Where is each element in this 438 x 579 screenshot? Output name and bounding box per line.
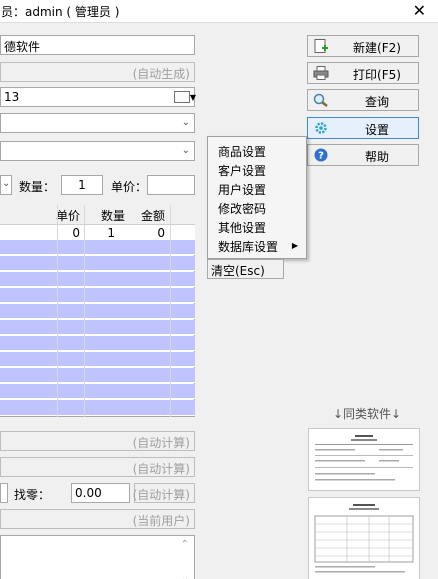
row-qty: 1 — [107, 226, 115, 240]
software-thumbnail[interactable] — [308, 497, 420, 579]
qty-input[interactable]: 1 — [61, 175, 103, 195]
table-row[interactable] — [0, 368, 195, 383]
qty-value: 1 — [78, 178, 86, 192]
table-row[interactable] — [0, 384, 195, 399]
table-row[interactable] — [0, 352, 195, 367]
clear-button-label: 清空(Esc) — [211, 264, 265, 278]
scroll-down-icon[interactable]: ⌄ — [181, 573, 189, 579]
svg-text:?: ? — [318, 151, 324, 162]
chevron-down-icon: ⌄ — [181, 117, 190, 128]
unit-select[interactable]: ⌄ — [0, 175, 12, 195]
table-row[interactable] — [0, 320, 195, 335]
clear-button[interactable]: 清空(Esc) — [207, 259, 284, 279]
query-button[interactable]: 查询 — [307, 89, 419, 111]
change-label: 找零： — [14, 488, 51, 502]
grid-divider — [57, 205, 58, 417]
remarks-textarea[interactable]: ⌃ ⌄ — [0, 535, 195, 579]
close-icon[interactable]: ✕ — [413, 1, 426, 20]
similar-software-label: ↓同类软件↓ — [333, 407, 402, 421]
change-calc-field: (自动计算) — [132, 483, 195, 503]
company-field[interactable]: 德软件 — [0, 35, 195, 55]
auto-calc-hint: (自动计算) — [132, 488, 190, 502]
customer-select[interactable]: ⌄ — [0, 113, 195, 133]
grid-header: 单价 数量 金额 — [0, 205, 195, 225]
total-amount-field: (自动计算) — [0, 431, 195, 451]
change-field: 0.00 — [71, 483, 130, 503]
table-row[interactable] — [0, 336, 195, 351]
menu-item-change-password[interactable]: 修改密码 — [218, 200, 266, 217]
software-thumbnail[interactable] — [308, 428, 420, 491]
main-panel: 德软件 (自动生成) 13 ▼ ⌄ ⌄ ⌄ 数量： 1 单价： 单价 数量 金额… — [0, 22, 438, 579]
help-button-label: 帮助 — [364, 150, 389, 164]
col-amount-header: 金额 — [140, 209, 165, 223]
date-field[interactable]: 13 ▼ — [0, 87, 196, 107]
window-title: 员：admin ( 管理员 ) — [1, 5, 120, 19]
receivable-field: (自动计算) — [0, 457, 195, 477]
settings-button-label: 设置 — [364, 123, 389, 137]
product-select[interactable]: ⌄ — [0, 141, 195, 161]
help-icon: ? — [313, 148, 329, 162]
col-qty-header: 数量 — [100, 209, 125, 223]
price-input[interactable] — [147, 175, 195, 195]
gear-icon — [313, 121, 329, 135]
menu-item-database-settings[interactable]: 数据库设置 — [218, 238, 278, 255]
title-bar: 员：admin ( 管理员 ) ✕ — [0, 0, 438, 22]
order-number-hint: (自动生成) — [132, 67, 190, 81]
table-row[interactable] — [0, 272, 195, 287]
qty-label: 数量： — [19, 180, 56, 194]
menu-item-customer-settings[interactable]: 客户设置 — [218, 162, 266, 179]
new-document-icon — [313, 39, 329, 53]
search-icon — [313, 93, 329, 107]
table-row[interactable]: 0 1 0 — [0, 225, 195, 240]
chevron-down-icon: ⌄ — [181, 145, 190, 156]
new-button[interactable]: 新建(F2) — [307, 35, 419, 57]
current-user-hint: (当前用户) — [132, 514, 190, 528]
table-row[interactable] — [0, 288, 195, 303]
order-number-field: (自动生成) — [0, 62, 195, 82]
paid-input[interactable] — [0, 483, 8, 503]
scroll-up-icon[interactable]: ⌃ — [181, 539, 189, 550]
settings-button[interactable]: 设置 — [307, 117, 419, 139]
printer-icon — [313, 66, 329, 80]
table-row[interactable] — [0, 400, 195, 416]
items-grid[interactable]: 单价 数量 金额 0 1 0 — [0, 205, 195, 417]
col-price-header: 单价 — [55, 209, 80, 223]
price-label: 单价： — [111, 180, 148, 194]
settings-menu: 商品设置 客户设置 用户设置 修改密码 其他设置 数据库设置 ▶ — [207, 136, 307, 259]
grid-divider — [170, 205, 171, 417]
calendar-icon[interactable]: ▼ — [174, 91, 196, 103]
row-price: 0 — [72, 226, 80, 240]
change-value: 0.00 — [75, 486, 102, 500]
date-value: 13 — [4, 90, 20, 104]
auto-calc-hint: (自动计算) — [132, 462, 190, 476]
row-amount: 0 — [157, 226, 165, 240]
menu-item-product-settings[interactable]: 商品设置 — [218, 143, 266, 160]
table-row[interactable] — [0, 240, 195, 255]
table-row[interactable] — [0, 304, 195, 319]
query-button-label: 查询 — [364, 95, 389, 109]
operator-field: (当前用户) — [0, 509, 195, 529]
print-button[interactable]: 打印(F5) — [307, 62, 419, 84]
help-button[interactable]: ? 帮助 — [307, 144, 419, 166]
company-value: 德软件 — [4, 40, 41, 54]
submenu-arrow-icon: ▶ — [291, 241, 298, 250]
table-row[interactable] — [0, 256, 195, 271]
auto-calc-hint: (自动计算) — [132, 436, 190, 450]
grid-divider — [84, 205, 85, 417]
print-button-label: 打印(F5) — [353, 68, 401, 82]
menu-item-other-settings[interactable]: 其他设置 — [218, 219, 266, 236]
new-button-label: 新建(F2) — [353, 41, 401, 55]
chevron-down-icon: ⌄ — [2, 178, 11, 189]
menu-item-user-settings[interactable]: 用户设置 — [218, 181, 266, 198]
